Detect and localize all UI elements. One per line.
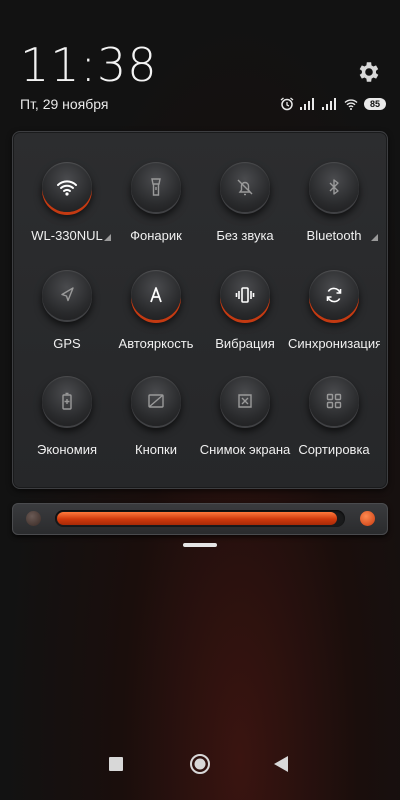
toggle-button[interactable] [131, 376, 181, 426]
toggle-label: Снимок экрана [199, 442, 291, 457]
toggle-flashlight[interactable]: Фонарик [111, 162, 201, 262]
toggle-button[interactable] [42, 376, 92, 426]
toggle-location-arrow[interactable]: GPS [22, 270, 112, 370]
toggle-label: WL-330NUL [21, 228, 113, 243]
date: Пт, 29 ноября [20, 96, 109, 112]
toggle-auto-brightness[interactable]: Автояркость [111, 270, 201, 370]
toggle-bluetooth[interactable]: Bluetooth [289, 162, 379, 262]
toggle-buttons[interactable]: Кнопки [111, 376, 201, 476]
toggle-label-text: Сортировка [298, 442, 370, 457]
toggle-battery-saver[interactable]: Экономия [22, 376, 112, 476]
navigation-bar [0, 750, 400, 780]
expand-corner-icon[interactable] [371, 234, 378, 241]
toggle-label: Кнопки [110, 442, 202, 457]
toggle-label-text: Автояркость [118, 336, 194, 351]
toggle-label-text: Экономия [36, 442, 98, 457]
home-button[interactable] [189, 753, 211, 775]
bluetooth-icon [329, 179, 339, 195]
auto-brightness-icon [150, 287, 162, 303]
back-button[interactable] [274, 756, 288, 772]
brightness-min-icon [26, 511, 41, 526]
brightness-fill [57, 512, 337, 525]
toggle-button[interactable] [220, 376, 270, 426]
toggle-button[interactable] [309, 162, 359, 212]
toggle-screenshot[interactable]: Снимок экрана [200, 376, 290, 476]
sync-icon [326, 287, 342, 303]
wifi-icon [57, 180, 77, 196]
panel-drag-handle[interactable] [183, 543, 217, 547]
toggle-button[interactable] [131, 270, 181, 320]
bell-off-icon [237, 179, 253, 196]
grid-icon [326, 393, 342, 409]
toggle-label-text: Вибрация [215, 336, 275, 351]
signal-icon [300, 98, 314, 110]
toggle-label-text: Снимок экрана [199, 442, 291, 457]
toggle-label: Вибрация [199, 336, 291, 351]
brightness-track[interactable] [55, 510, 345, 527]
toggle-label: Экономия [21, 442, 113, 457]
battery-indicator: 85 [364, 98, 386, 110]
screenshot-icon [238, 394, 252, 408]
toggle-button[interactable] [309, 376, 359, 426]
status-bar-icons: 85 [280, 96, 386, 112]
flashlight-icon [151, 178, 161, 196]
toggle-label-text: Синхронизация [288, 336, 380, 351]
toggle-bell-off[interactable]: Без звука [200, 162, 290, 262]
toggle-label: Автояркость [110, 336, 202, 351]
toggle-label: GPS [21, 336, 113, 351]
toggle-label: Синхронизация [288, 336, 380, 351]
toggle-label-text: Bluetooth [306, 228, 362, 243]
toggle-label: Bluetooth [288, 228, 380, 243]
recents-button[interactable] [109, 757, 123, 771]
toggle-label-text: WL-330NUL [31, 228, 103, 243]
toggle-button[interactable] [220, 270, 270, 320]
quick-settings-panel: WL-330NUL Фонарик Без звука Bluetooth GPS Авт… [12, 131, 388, 489]
toggle-button[interactable] [309, 270, 359, 320]
alarm-icon [280, 97, 294, 111]
clock: 11:38 [20, 38, 158, 92]
toggle-grid[interactable]: Сортировка [289, 376, 379, 476]
toggle-label: Фонарик [110, 228, 202, 243]
vibrate-icon [235, 287, 255, 303]
location-arrow-icon [61, 287, 74, 302]
toggle-button[interactable] [42, 270, 92, 320]
brightness-max-icon [360, 511, 375, 526]
signal-icon [322, 98, 336, 110]
toggle-label: Без звука [199, 228, 291, 243]
toggle-button[interactable] [220, 162, 270, 212]
brightness-slider[interactable] [12, 503, 388, 535]
toggle-label-text: Без звука [216, 228, 274, 243]
settings-gear-icon[interactable] [356, 59, 382, 85]
toggle-button[interactable] [42, 162, 92, 212]
battery-saver-icon [62, 392, 72, 410]
toggle-label: Сортировка [288, 442, 380, 457]
buttons-icon [148, 394, 164, 408]
toggle-label-text: GPS [53, 336, 81, 351]
wifi-status-icon [344, 99, 358, 110]
toggle-sync[interactable]: Синхронизация [288, 270, 380, 370]
toggle-button[interactable] [131, 162, 181, 212]
toggle-label-text: Фонарик [130, 228, 182, 243]
toggle-label-text: Кнопки [135, 442, 177, 457]
toggle-vibrate[interactable]: Вибрация [200, 270, 290, 370]
toggle-wifi[interactable]: WL-330NUL [22, 162, 112, 262]
